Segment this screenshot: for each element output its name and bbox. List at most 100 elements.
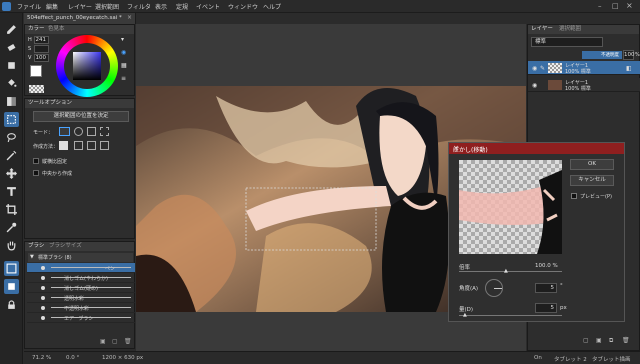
new-folder-icon[interactable]: ▣ (100, 338, 106, 345)
brush-tab[interactable]: ブラシ (28, 243, 44, 249)
dialog-close-icon[interactable]: × (453, 144, 621, 152)
v-field[interactable]: 100 (34, 54, 49, 62)
method-intersect-button[interactable] (100, 141, 109, 150)
method-new-button[interactable] (59, 141, 68, 150)
eye-icon[interactable]: ◉ (532, 82, 537, 89)
menu-edit[interactable]: 編集 (46, 2, 58, 11)
opacity-slider[interactable]: 不透明度 (582, 51, 622, 59)
mode-lasso-button[interactable] (100, 127, 109, 136)
fill-tool[interactable] (4, 76, 19, 91)
rect-select-tool[interactable] (4, 112, 19, 127)
brush-lock-icon[interactable]: ✎ (540, 65, 545, 72)
hsv-toggle-icon[interactable]: ◉ (121, 49, 126, 56)
gradient-tool[interactable] (4, 94, 19, 109)
amount-field[interactable]: 5 (535, 303, 557, 313)
preview-pane[interactable] (459, 160, 562, 254)
hue-ring[interactable] (56, 35, 118, 97)
zoom-value: 100.0 % (535, 263, 558, 269)
selection-tab[interactable]: 選択範囲 (559, 25, 581, 34)
cancel-button[interactable]: キャンセル (570, 175, 614, 186)
eraser-tool[interactable] (4, 40, 19, 55)
eye-icon[interactable]: ◉ (532, 65, 537, 72)
menu-help[interactable]: ヘルプ (263, 2, 281, 11)
text-icon (7, 187, 16, 196)
lasso-tool[interactable] (4, 130, 19, 145)
delete-brush-icon[interactable]: 🗑 (124, 338, 132, 345)
brush-item[interactable]: ペン (27, 263, 135, 273)
menu-view[interactable]: 表示 (155, 2, 167, 11)
zoom-status[interactable]: 71.2 % (32, 355, 51, 361)
method-subtract-button[interactable] (87, 141, 96, 150)
amount-slider[interactable] (459, 315, 562, 316)
ok-button[interactable]: OK (570, 159, 614, 170)
confirm-selection-button[interactable]: 選択範囲の位置を決定 (33, 111, 129, 122)
move-tool[interactable] (4, 166, 19, 181)
zoom-slider-handle[interactable]: ▲ (504, 268, 508, 274)
foreground-color-swatch[interactable] (30, 65, 42, 77)
swatch-tab[interactable]: 色見本 (48, 25, 65, 34)
mode-polygon-button[interactable] (87, 127, 96, 136)
layer-row[interactable]: ◉ ✎ レイヤー1 100% 標準 ◧ (528, 61, 640, 75)
from-center-checkbox[interactable] (33, 170, 39, 176)
document-tab[interactable]: 504effect_punch_00eyecatch.sai * (24, 13, 136, 24)
maximize-icon[interactable]: □ (612, 2, 619, 10)
menu-file[interactable]: ファイル (17, 2, 41, 11)
sv-square[interactable] (73, 52, 101, 80)
new-folder-layer-icon[interactable]: ▣ (596, 337, 602, 344)
menu-event[interactable]: イベント (196, 2, 220, 11)
duplicate-layer-icon[interactable]: ⧉ (609, 337, 613, 345)
brush-item[interactable]: 不透明水彩 (27, 303, 135, 313)
new-layer-icon[interactable]: ▢ (583, 337, 589, 344)
angle-dial[interactable] (485, 279, 503, 297)
view-mode-1[interactable] (4, 261, 19, 276)
opacity-field[interactable]: 100 (623, 50, 635, 60)
angle-field[interactable]: 5 (535, 283, 557, 293)
pen-tool[interactable] (4, 22, 19, 37)
h-field[interactable]: 241 (34, 36, 49, 44)
minimize-icon[interactable]: – (598, 2, 602, 10)
preview-checkbox[interactable] (571, 193, 577, 199)
rotation-status[interactable]: 0.0 ° (66, 355, 79, 361)
view-mode-2[interactable] (4, 279, 19, 294)
lock-button[interactable] (4, 297, 19, 312)
mode-ellipse-button[interactable] (74, 127, 83, 136)
mode-rect-button[interactable] (59, 127, 70, 136)
delete-layer-icon[interactable]: 🗑 (622, 337, 630, 344)
layer-settings-icon[interactable]: ◧ (626, 65, 632, 72)
new-brush-icon[interactable]: ▢ (112, 338, 118, 345)
magic-wand-tool[interactable] (4, 148, 19, 163)
brush-item[interactable]: 透明水彩 (27, 293, 135, 303)
close-icon[interactable]: × (626, 1, 633, 10)
color-mode-icon[interactable]: ▾ (121, 36, 124, 43)
text-tool[interactable] (4, 184, 19, 199)
brush-item[interactable]: 消しゴム(硬め) (27, 283, 135, 293)
color-panel-title[interactable]: カラー (28, 26, 45, 32)
app-logo-icon[interactable] (2, 2, 11, 11)
zoom-slider[interactable] (459, 271, 562, 272)
brush-size-tab[interactable]: ブラシサイズ (49, 242, 82, 251)
menu-filter[interactable]: フィルタ (127, 2, 151, 11)
menu-icon[interactable]: ≡ (121, 75, 126, 82)
eyedropper-tool[interactable] (4, 220, 19, 235)
menu-window[interactable]: ウィンドウ (228, 2, 258, 11)
layers-tab[interactable]: レイヤー (531, 26, 553, 32)
palette-icon[interactable]: ▦ (121, 62, 127, 69)
dialog-title-bar[interactable]: ぼかし(移動) × (449, 143, 624, 154)
menu-layer[interactable]: レイヤー (68, 2, 92, 11)
hand-tool[interactable] (4, 238, 19, 253)
shape-tool[interactable] (4, 58, 19, 73)
brush-item[interactable]: エアーブラシ (27, 313, 135, 323)
transparent-swatch[interactable] (29, 85, 44, 93)
crop-tool[interactable] (4, 202, 19, 217)
method-add-button[interactable] (74, 141, 83, 150)
aspect-lock-checkbox[interactable] (33, 158, 39, 164)
menu-selection[interactable]: 選択範囲 (95, 2, 119, 11)
s-field[interactable] (34, 45, 49, 53)
layer-row[interactable]: ◉ レイヤー1 100% 標準 (528, 78, 640, 92)
brush-group-header[interactable]: ▼ 標準ブラシ (8) (28, 253, 133, 262)
brush-item[interactable]: 消しゴム(やわらか) (27, 273, 135, 283)
tab-close-icon[interactable]: × (127, 14, 132, 21)
menu-ruler[interactable]: 定規 (176, 2, 188, 11)
amount-slider-handle[interactable]: ▲ (463, 312, 467, 318)
blend-mode-select[interactable]: 標準 (531, 37, 603, 47)
